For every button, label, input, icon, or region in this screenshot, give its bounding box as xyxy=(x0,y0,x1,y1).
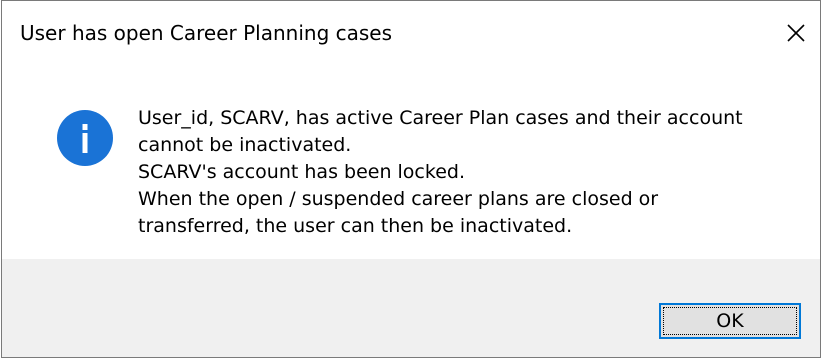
dialog-title: User has open Career Planning cases xyxy=(20,21,393,45)
message-dialog: User has open Career Planning cases User… xyxy=(1,0,821,358)
message-line: cannot be inactivated. xyxy=(138,134,352,156)
dialog-titlebar: User has open Career Planning cases xyxy=(2,1,820,65)
close-icon xyxy=(787,24,805,42)
message-line: transferred, the user can then be inacti… xyxy=(138,215,573,237)
dialog-body: User_id, SCARV, has active Career Plan c… xyxy=(2,65,820,259)
dialog-message: User_id, SCARV, has active Career Plan c… xyxy=(138,105,798,240)
ok-button-label: OK xyxy=(716,310,744,332)
message-line: When the open / suspended career plans a… xyxy=(138,188,659,210)
close-button[interactable] xyxy=(772,9,820,57)
info-icon xyxy=(57,110,113,166)
dialog-footer: OK xyxy=(2,259,820,357)
message-line: User_id, SCARV, has active Career Plan c… xyxy=(138,107,743,129)
ok-button[interactable]: OK xyxy=(659,303,801,339)
message-line: SCARV's account has been locked. xyxy=(138,161,465,183)
